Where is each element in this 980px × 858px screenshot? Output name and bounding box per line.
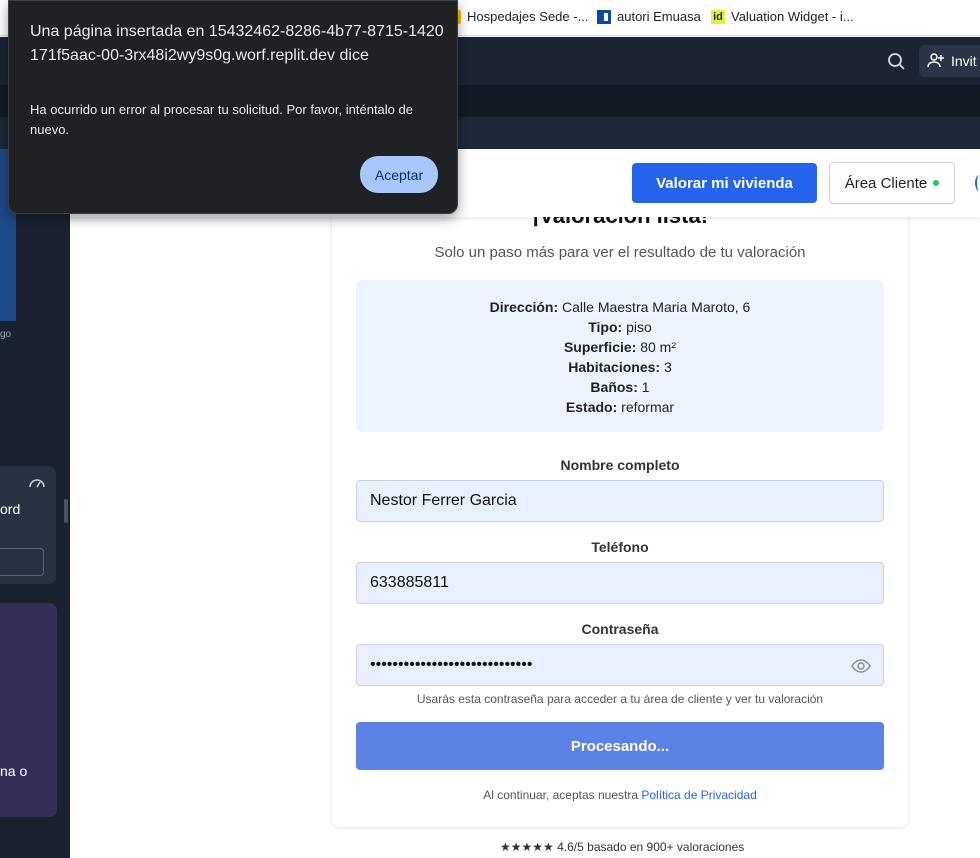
- resize-handle[interactable]: [64, 499, 68, 523]
- summary-value: 80 m²: [636, 339, 677, 355]
- name-field[interactable]: Nestor Ferrer Garcia: [356, 480, 884, 522]
- summary-line: Estado: reformar: [356, 397, 884, 417]
- valorar-button[interactable]: Valorar mi vivienda: [632, 163, 817, 203]
- summary-line: Superficie: 80 m²: [356, 337, 884, 357]
- id-icon: id: [711, 9, 725, 24]
- password-label: Contraseña: [581, 621, 659, 637]
- summary-key: Estado:: [565, 399, 618, 415]
- summary-value: 3: [660, 359, 672, 375]
- summary-line: Baños: 1: [356, 377, 884, 397]
- menu-icon[interactable]: [975, 175, 980, 191]
- area-cliente-button[interactable]: Área Cliente: [829, 162, 955, 204]
- privacy-policy-link[interactable]: Política de Privacidad: [641, 788, 756, 802]
- summary-key: Tipo:: [588, 319, 623, 335]
- bookmark-hospedajes[interactable]: Hospedajes Sede -...: [447, 9, 588, 24]
- bookmark-label: autori Emuasa: [617, 9, 701, 24]
- gauge-icon: [28, 475, 46, 488]
- bookmark-label: Hospedajes Sede -...: [467, 9, 589, 24]
- summary-value: reformar: [617, 399, 675, 415]
- bookmark-icon: [597, 9, 611, 24]
- summary-value: piso: [622, 319, 652, 335]
- password-value: •••••••••••••••••••••••••••••: [370, 656, 533, 673]
- summary-key: Habitaciones:: [568, 359, 661, 375]
- sidebar-card-title: ord: [0, 501, 21, 517]
- sidebar-promo-text: na o: [0, 763, 28, 779]
- search-icon[interactable]: [886, 51, 908, 73]
- card-subtitle: Solo un paso más para ver el resultado d…: [434, 244, 806, 261]
- invite-label: Invit: [951, 53, 977, 69]
- dialog-title: Una página insertada en 15432462-8286-4b…: [30, 23, 444, 64]
- show-password-icon[interactable]: [851, 656, 871, 676]
- left-sidebar: go ord na o: [0, 149, 70, 858]
- valuation-card: ¡Valoración lista! Solo un paso más para…: [332, 197, 908, 827]
- legal-text: Al continuar, aceptas nuestra: [483, 788, 642, 802]
- bookmark-valuation-widget[interactable]: id Valuation Widget - i...: [711, 9, 854, 24]
- alert-dialog: Una página insertada en 15432462-8286-4b…: [8, 0, 458, 214]
- sidebar-promo-card: [0, 603, 57, 817]
- submit-button[interactable]: Procesando...: [356, 722, 884, 770]
- add-user-icon: [927, 52, 945, 71]
- summary-value: Calle Maestra Maria Maroto, 6: [558, 299, 751, 315]
- legal-notice: Al continuar, aceptas nuestra Política d…: [332, 788, 908, 802]
- summary-value: 1: [637, 379, 650, 395]
- sidebar-input[interactable]: [0, 548, 44, 576]
- rating-summary: ★★★★★ 4.6/5 basado en 900+ valoraciones: [500, 840, 745, 854]
- summary-key: Superficie:: [563, 339, 637, 355]
- area-cliente-label: Área Cliente: [844, 174, 928, 192]
- password-hint: Usarás esta contraseña para acceder a tu…: [416, 692, 824, 706]
- name-label: Nombre completo: [560, 457, 680, 473]
- bookmark-autori[interactable]: autori Emuasa: [597, 9, 701, 24]
- phone-field[interactable]: 633885811: [356, 562, 884, 604]
- sidebar-label: go: [0, 329, 12, 340]
- password-field[interactable]: •••••••••••••••••••••••••••••: [356, 644, 884, 686]
- summary-line: Tipo: piso: [356, 317, 884, 337]
- property-summary: Dirección: Calle Maestra Maria Maroto, 6…: [356, 280, 884, 432]
- summary-key: Baños:: [590, 379, 638, 395]
- bookmark-label: Valuation Widget - i...: [731, 9, 854, 24]
- online-status-dot: [933, 180, 940, 186]
- invite-button[interactable]: Invit: [919, 45, 980, 77]
- summary-line: Habitaciones: 3: [356, 357, 884, 377]
- summary-line: Dirección: Calle Maestra Maria Maroto, 6: [356, 297, 884, 317]
- phone-label: Teléfono: [591, 539, 649, 555]
- page-content: ¡Valoración lista! Solo un paso más para…: [70, 197, 980, 858]
- summary-key: Dirección:: [489, 299, 559, 315]
- dialog-message: Ha ocurrido un error al procesar tu soli…: [30, 102, 413, 137]
- accept-button[interactable]: Aceptar: [360, 156, 438, 193]
